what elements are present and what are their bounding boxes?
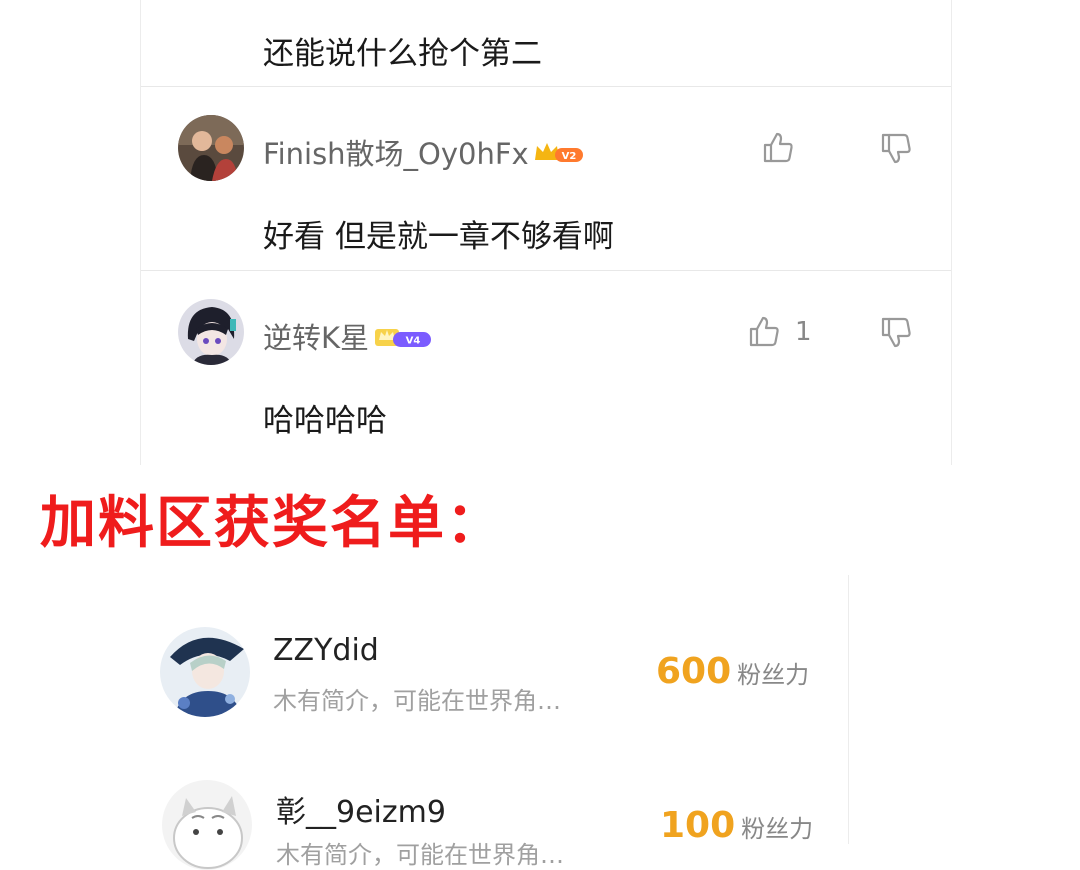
fan-name: ZZYdid [273,633,379,668]
amount-value: 100 [660,805,736,846]
comment-text: 哈哈哈哈 [263,403,387,439]
thumbs-down-icon [879,315,913,349]
fan-description: 木有简介，可能在世界角… [273,687,561,715]
like-button[interactable]: 1 [747,315,812,349]
fan-power-amount: 100 粉丝力 [660,805,813,846]
like-button[interactable] [761,131,809,165]
crown-vip-badge-icon: V4 [373,323,433,357]
comment-list: 还能说什么抢个第二 Finish散场_Oy0hFx V2 好看 但是就一章不够看… [140,0,952,465]
amount-unit: 粉丝力 [741,815,814,843]
dislike-button[interactable] [879,315,913,349]
comment-text: 还能说什么抢个第二 [263,36,542,72]
comment-item: Finish散场_Oy0hFx V2 好看 但是就一章不够看啊 [141,87,951,270]
svg-text:V2: V2 [561,151,576,162]
list-item[interactable]: 彰__9eizm9 木有简介，可能在世界角… 100 粉丝力 [140,765,848,870]
avatar[interactable] [178,115,244,181]
avatar[interactable] [162,780,252,870]
dislike-button[interactable] [879,131,913,165]
username[interactable]: Finish散场_Oy0hFx V2 [263,131,585,173]
thumbs-up-icon [747,315,781,349]
comment-item: 逆转K星 V4 哈哈哈哈 1 [141,271,951,465]
fan-power-amount: 600 粉丝力 [656,651,809,692]
award-list-title: 加料区获奖名单： [40,491,504,556]
list-item[interactable]: ZZYdid 木有简介，可能在世界角… 600 粉丝力 [140,575,848,765]
avatar[interactable] [160,627,250,717]
thumbs-down-icon [879,131,913,165]
crown-vip-badge-icon: V2 [533,139,585,173]
amount-value: 600 [656,651,732,692]
comment-item: 还能说什么抢个第二 [141,0,951,86]
fan-name: 彰__9eizm9 [276,795,446,830]
username[interactable]: 逆转K星 V4 [263,315,433,357]
username-text: Finish散场_Oy0hFx [263,137,529,171]
fan-description: 木有简介，可能在世界角… [276,841,564,869]
like-count: 1 [795,317,812,347]
thumbs-up-icon [761,131,795,165]
comment-text: 好看 但是就一章不够看啊 [263,219,614,255]
svg-text:V4: V4 [406,336,421,347]
avatar[interactable] [178,299,244,365]
fan-power-list: ZZYdid 木有简介，可能在世界角… 600 粉丝力 彰__9eizm9 木有简… [140,575,849,870]
username-text: 逆转K星 [263,321,370,355]
amount-unit: 粉丝力 [737,661,810,689]
